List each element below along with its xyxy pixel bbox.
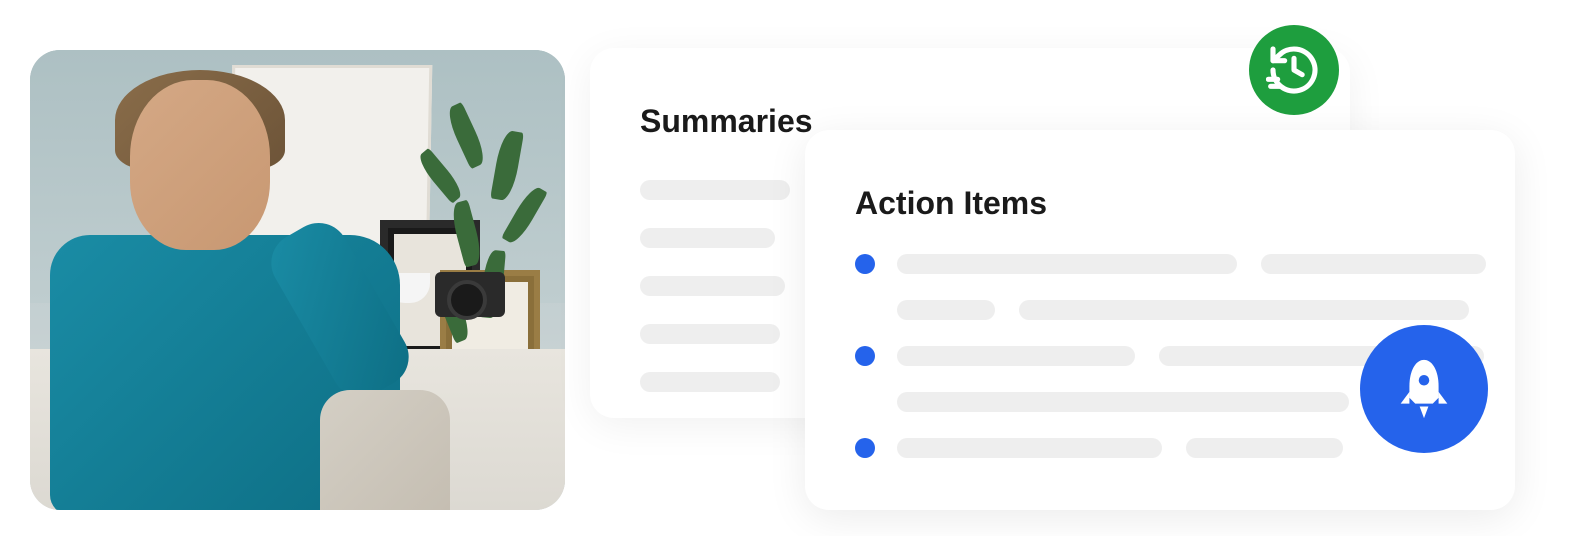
summary-placeholder-line — [640, 324, 780, 344]
action-placeholder-line — [1019, 300, 1469, 320]
rocket-badge[interactable] — [1360, 325, 1488, 453]
action-placeholder-line — [1261, 254, 1486, 274]
history-icon — [1266, 42, 1322, 98]
summary-placeholder-line — [640, 180, 790, 200]
action-item-row — [855, 438, 1465, 458]
action-placeholder-line — [897, 438, 1162, 458]
rocket-icon — [1389, 354, 1459, 424]
bullet-icon — [855, 438, 875, 458]
summary-placeholder-line — [640, 228, 775, 248]
bullet-icon — [855, 254, 875, 274]
bullet-icon — [855, 346, 875, 366]
action-item-row — [855, 254, 1465, 320]
action-placeholder-line — [1186, 438, 1343, 458]
person-photo — [30, 50, 565, 510]
summary-placeholder-line — [640, 372, 780, 392]
summary-placeholder-line — [640, 276, 785, 296]
action-placeholder-line — [897, 254, 1237, 274]
action-placeholder-line — [897, 392, 1349, 412]
action-placeholder-line — [897, 346, 1135, 366]
action-items-card: Action Items — [805, 130, 1515, 510]
action-items-title: Action Items — [855, 185, 1465, 222]
action-placeholder-line — [897, 300, 995, 320]
history-badge — [1249, 25, 1339, 115]
